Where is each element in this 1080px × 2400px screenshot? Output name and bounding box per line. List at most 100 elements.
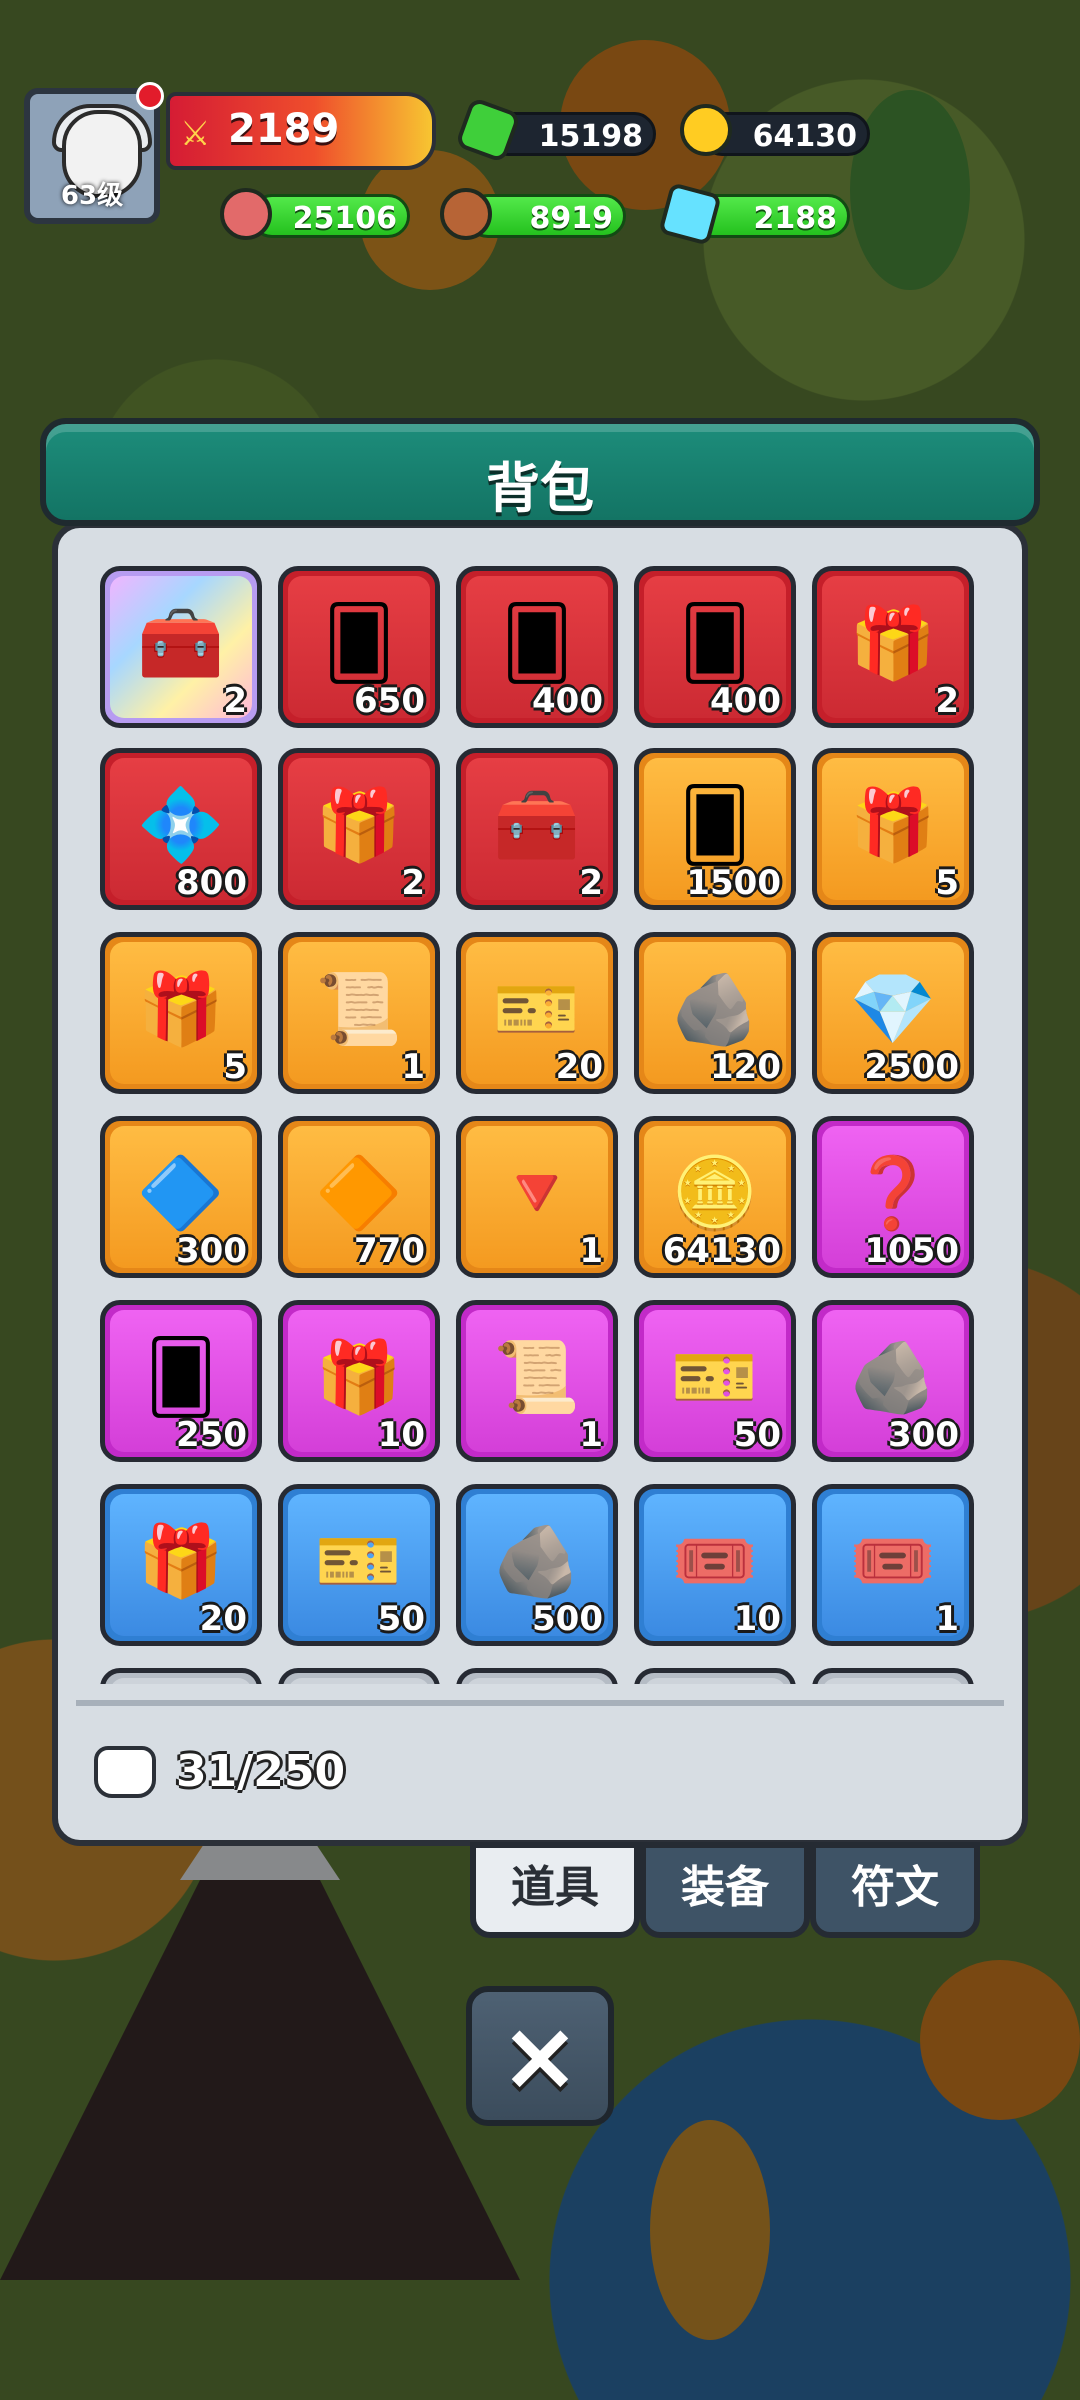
inventory-slot[interactable] [100, 1668, 262, 1684]
divider [76, 1700, 1004, 1706]
inventory-slot[interactable]: 🎁 2 [812, 566, 974, 728]
blue-ticket-icon: 🎫 [315, 1519, 403, 1602]
inventory-slot[interactable]: 📜 1 [278, 932, 440, 1094]
top-hud: 63级 ⚔ 2189 15198 64130 25106 8919 2188 [0, 0, 1080, 260]
inventory-slot[interactable]: 🎁 5 [100, 932, 262, 1094]
panel-title: 背包 [486, 457, 594, 520]
mystery-chest-purple-orange-icon: 🎁 [137, 967, 225, 1050]
inventory-slot[interactable]: 🎟️ 10 [634, 1484, 796, 1646]
slot-background [822, 1678, 964, 1684]
notification-dot [136, 82, 164, 110]
inventory-slot[interactable]: 🧰 2 [456, 748, 618, 910]
purple-chest-icon: 🧰 [137, 601, 225, 684]
red-text-ticket-icon: 🎟️ [671, 1519, 759, 1602]
mystery-card-purple-icon: ❓ [849, 1151, 937, 1234]
wood-log-icon [440, 188, 492, 240]
swirl-stone-purple-icon: 🪨 [671, 967, 759, 1050]
item-quantity: 64130 [662, 1231, 781, 1271]
tab-equipment[interactable]: 装备 [640, 1842, 810, 1938]
item-quantity: 1 [579, 1415, 603, 1455]
item-quantity: 2 [401, 863, 425, 903]
item-quantity: 2 [223, 681, 247, 721]
inventory-slot[interactable]: 🂠 400 [634, 566, 796, 728]
inventory-slot[interactable]: 🪙 64130 [634, 1116, 796, 1278]
item-quantity: 2 [579, 863, 603, 903]
gold-coin-icon: 🪙 [671, 1151, 759, 1234]
inventory-slot[interactable]: 🪨 120 [634, 932, 796, 1094]
inventory-slot[interactable]: 🎫 20 [456, 932, 618, 1094]
meat-icon [220, 188, 272, 240]
inventory-slot[interactable] [278, 1668, 440, 1684]
inventory-slot[interactable]: 🂠 400 [456, 566, 618, 728]
inventory-slot[interactable]: 🧰 2 [100, 566, 262, 728]
inventory-header: 背包 [40, 418, 1040, 526]
item-quantity: 500 [532, 1599, 603, 1639]
inventory-slot[interactable]: ❓ 1050 [812, 1116, 974, 1278]
gold-crystal-icon: 🔶 [315, 1151, 403, 1234]
gems-value: 15198 [538, 119, 643, 154]
item-quantity: 120 [710, 1047, 781, 1087]
tab-label: 道具 [511, 1862, 599, 1913]
inventory-slot[interactable]: 📜 1 [456, 1300, 618, 1462]
player-avatar[interactable]: 63级 [24, 88, 160, 224]
inventory-slot[interactable] [812, 1668, 974, 1684]
item-quantity: 1 [401, 1047, 425, 1087]
inventory-slot[interactable]: 🂠 1500 [634, 748, 796, 910]
item-quantity: 400 [710, 681, 781, 721]
inventory-slot[interactable]: 🂠 650 [278, 566, 440, 728]
rename-ticket-icon: 🎟️ [849, 1519, 937, 1602]
player-level: 63级 [60, 181, 124, 211]
purple-star-chest-icon: 🧰 [493, 783, 581, 866]
bag-capacity: 31/250 [176, 1746, 346, 1797]
gold-coin-icon [680, 104, 732, 156]
item-quantity: 770 [354, 1231, 425, 1271]
inventory-slot[interactable] [634, 1668, 796, 1684]
inventory-slot[interactable]: 🎫 50 [278, 1484, 440, 1646]
inventory-slot[interactable]: 🪨 500 [456, 1484, 618, 1646]
tab-runes[interactable]: 符文 [810, 1842, 980, 1938]
sanguo-card-icon: 🂠 [679, 602, 751, 684]
close-icon: × [499, 2000, 581, 2112]
orange-ticket-icon: 🎫 [671, 1335, 759, 1418]
inventory-slot[interactable]: 💎 2500 [812, 932, 974, 1094]
inventory-slot[interactable]: 🪨 300 [812, 1300, 974, 1462]
item-quantity: 5 [935, 863, 959, 903]
slot-background [110, 1678, 252, 1684]
item-quantity: 2 [935, 681, 959, 721]
inventory-slot[interactable]: 🂠 250 [100, 1300, 262, 1462]
inventory-slot[interactable]: 🎁 2 [278, 748, 440, 910]
wood-value: 8919 [529, 201, 614, 236]
item-quantity: 1 [935, 1599, 959, 1639]
tab-items[interactable]: 道具 [470, 1842, 640, 1938]
shield-scroll-purple-icon: 📜 [493, 1335, 581, 1418]
inventory-slot[interactable]: 🔶 770 [278, 1116, 440, 1278]
shield-scroll-icon: 📜 [315, 967, 403, 1050]
slot-background [288, 1678, 430, 1684]
red-ticket-icon: 🎫 [493, 967, 581, 1050]
inventory-slot[interactable] [456, 1668, 618, 1684]
item-quantity: 300 [176, 1231, 247, 1271]
crossed-swords-icon: ⚔ [180, 114, 211, 154]
item-quantity: 300 [888, 1415, 959, 1455]
inventory-slot[interactable]: 🎟️ 1 [812, 1484, 974, 1646]
item-quantity: 1050 [864, 1231, 959, 1271]
inventory-slot[interactable]: 🎁 20 [100, 1484, 262, 1646]
inventory-slot[interactable]: 🔷 300 [100, 1116, 262, 1278]
item-quantity: 20 [555, 1047, 603, 1087]
meat-pill[interactable]: 25106 [250, 194, 410, 238]
item-quantity: 2500 [864, 1047, 959, 1087]
pattern-card-red-icon: 🂠 [501, 602, 573, 684]
item-quantity: 250 [176, 1415, 247, 1455]
tab-label: 装备 [681, 1862, 769, 1913]
inventory-slot[interactable]: 💠 800 [100, 748, 262, 910]
hero-card-purple-icon: 🂠 [145, 1336, 217, 1418]
mystery-chest-blue-icon: 🎁 [137, 1519, 225, 1602]
inventory-slot[interactable]: 🎫 50 [634, 1300, 796, 1462]
inventory-slot[interactable]: 🎁 10 [278, 1300, 440, 1462]
inventory-slot[interactable]: 🔻 1 [456, 1116, 618, 1278]
item-quantity: 800 [176, 863, 247, 903]
mystery-chest-red-2-icon: 🎁 [315, 783, 403, 866]
close-button[interactable]: × [466, 1986, 614, 2126]
swirl-stone-green-icon: 🪨 [849, 1335, 937, 1418]
inventory-slot[interactable]: 🎁 5 [812, 748, 974, 910]
